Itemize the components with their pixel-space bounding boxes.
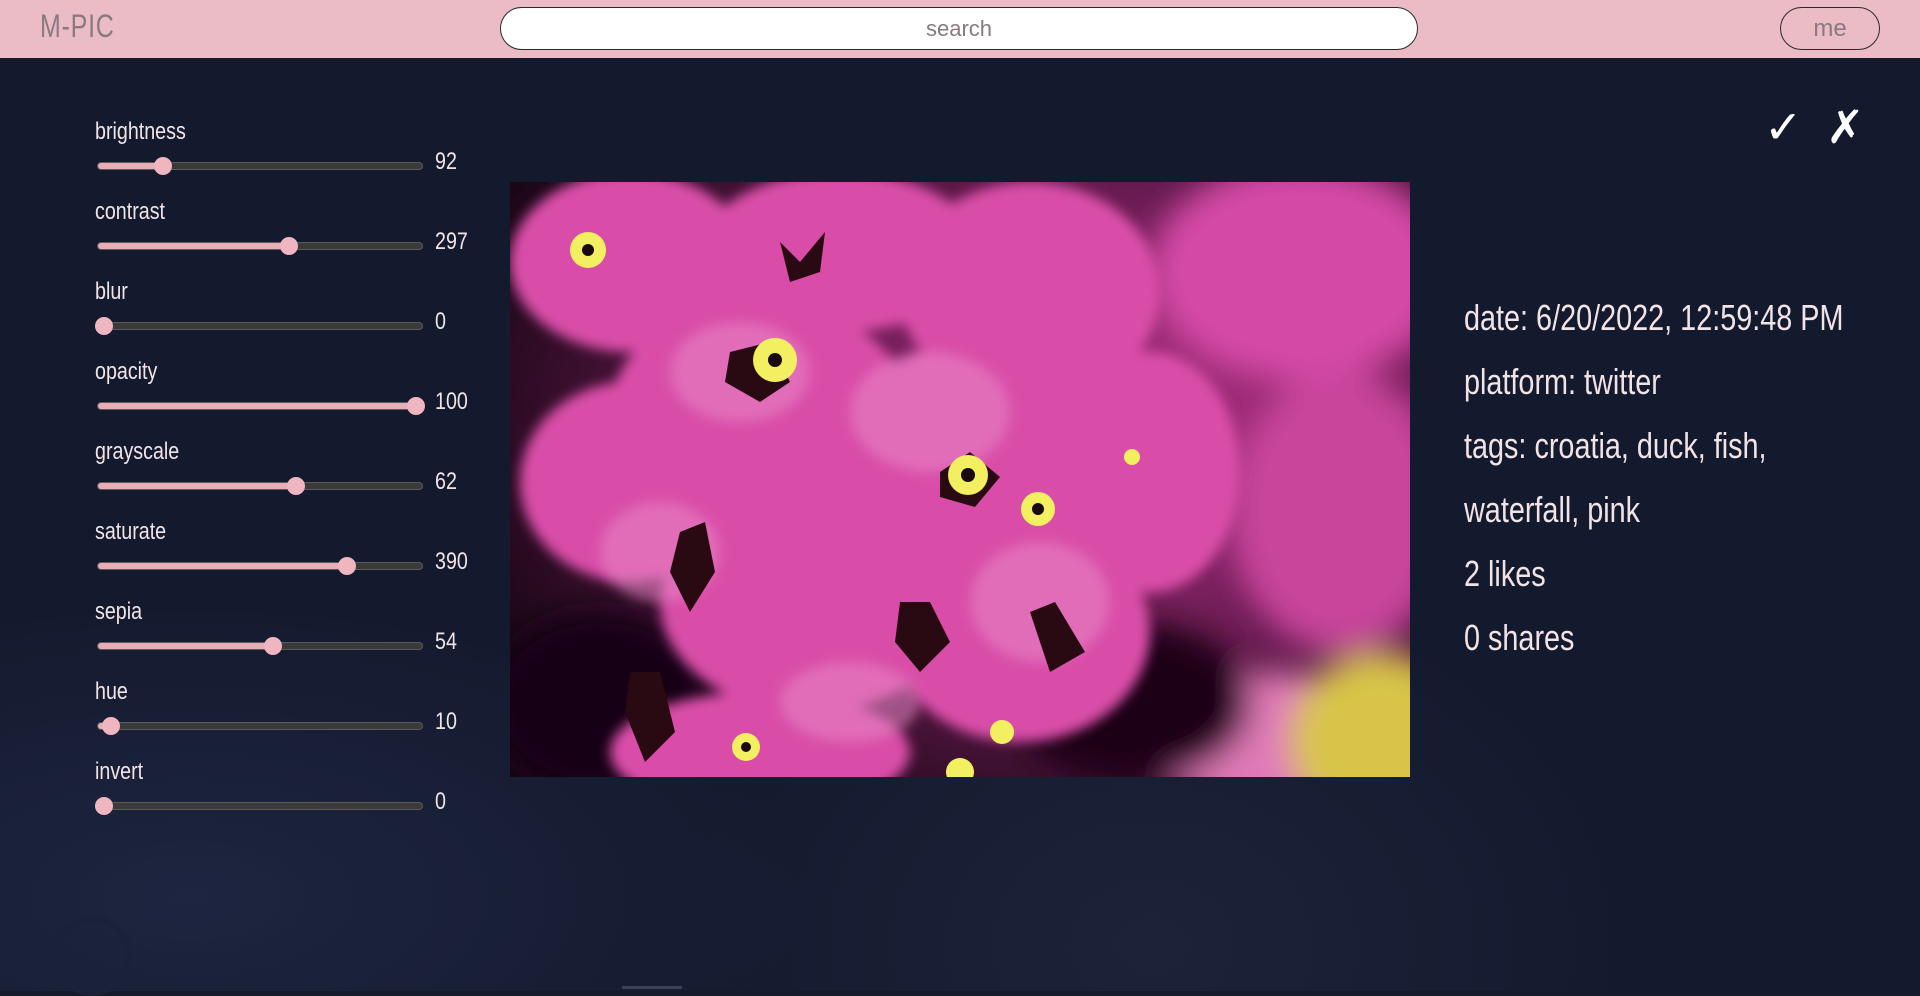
slider-fill bbox=[98, 563, 348, 569]
info-likes: 2 likes bbox=[1464, 553, 1546, 594]
cancel-icon[interactable]: ✗ bbox=[1826, 100, 1865, 154]
slider-fill bbox=[98, 243, 290, 249]
control-value: 54 bbox=[435, 628, 457, 655]
control-value: 62 bbox=[435, 468, 457, 495]
slider-thumb[interactable] bbox=[263, 637, 282, 655]
flower-photo bbox=[510, 182, 1410, 777]
app-logo[interactable]: M-PIC bbox=[40, 8, 115, 45]
control-hue: hue 10 bbox=[95, 678, 475, 748]
slider-fill bbox=[98, 403, 416, 409]
slider-thumb[interactable] bbox=[280, 237, 299, 255]
control-invert: invert 0 bbox=[95, 758, 475, 828]
control-blur: blur 0 bbox=[95, 278, 475, 348]
slider-thumb[interactable] bbox=[286, 477, 305, 495]
control-value: 100 bbox=[435, 388, 468, 415]
control-label: contrast bbox=[95, 198, 166, 225]
saturate-slider[interactable] bbox=[97, 557, 423, 575]
control-value: 0 bbox=[435, 788, 446, 815]
photo-info: date: 6/20/2022, 12:59:48 PM platform: t… bbox=[1464, 286, 1864, 670]
slider-thumb[interactable] bbox=[406, 397, 425, 415]
grayscale-slider[interactable] bbox=[97, 477, 423, 495]
control-value: 297 bbox=[435, 228, 468, 255]
control-label: opacity bbox=[95, 358, 158, 385]
control-value: 390 bbox=[435, 548, 468, 575]
control-saturate: saturate 390 bbox=[95, 518, 475, 588]
info-date: date: 6/20/2022, 12:59:48 PM bbox=[1464, 297, 1844, 338]
control-grayscale: grayscale 62 bbox=[95, 438, 475, 508]
slider-thumb[interactable] bbox=[338, 557, 357, 575]
info-platform: platform: twitter bbox=[1464, 361, 1661, 402]
info-tags: tags: croatia, duck, fish, waterfall, pi… bbox=[1464, 425, 1767, 530]
control-sepia: sepia 54 bbox=[95, 598, 475, 668]
control-label: hue bbox=[95, 678, 128, 705]
top-bar: M-PIC me bbox=[0, 0, 1920, 58]
slider-thumb[interactable] bbox=[95, 797, 114, 815]
sepia-slider[interactable] bbox=[97, 637, 423, 655]
control-label: saturate bbox=[95, 518, 167, 545]
control-label: sepia bbox=[95, 598, 143, 625]
control-contrast: contrast 297 bbox=[95, 198, 475, 268]
slider-thumb[interactable] bbox=[95, 317, 114, 335]
contrast-slider[interactable] bbox=[97, 237, 423, 255]
slider-thumb[interactable] bbox=[153, 157, 172, 175]
background-circle bbox=[52, 916, 132, 996]
control-label: invert bbox=[95, 758, 144, 785]
slider-fill bbox=[98, 643, 273, 649]
opacity-slider[interactable] bbox=[97, 397, 425, 415]
control-label: blur bbox=[95, 278, 128, 305]
control-opacity: opacity 100 bbox=[95, 358, 475, 428]
brightness-slider[interactable] bbox=[97, 157, 423, 175]
search-input[interactable] bbox=[500, 7, 1418, 50]
control-value: 92 bbox=[435, 148, 457, 175]
control-brightness: brightness 92 bbox=[95, 118, 475, 188]
info-shares: 0 shares bbox=[1464, 617, 1575, 658]
control-value: 10 bbox=[435, 708, 457, 735]
confirm-icon[interactable]: ✓ bbox=[1764, 100, 1803, 154]
slider-thumb[interactable] bbox=[101, 717, 120, 735]
photo-preview bbox=[510, 182, 1410, 777]
scroll-indicator[interactable] bbox=[622, 986, 682, 989]
control-label: brightness bbox=[95, 118, 186, 145]
blur-slider[interactable] bbox=[95, 317, 423, 335]
control-value: 0 bbox=[435, 308, 446, 335]
slider-fill bbox=[98, 483, 296, 489]
control-label: grayscale bbox=[95, 438, 180, 465]
hue-slider[interactable] bbox=[97, 717, 423, 735]
invert-slider[interactable] bbox=[95, 797, 423, 815]
me-button[interactable]: me bbox=[1780, 7, 1880, 50]
